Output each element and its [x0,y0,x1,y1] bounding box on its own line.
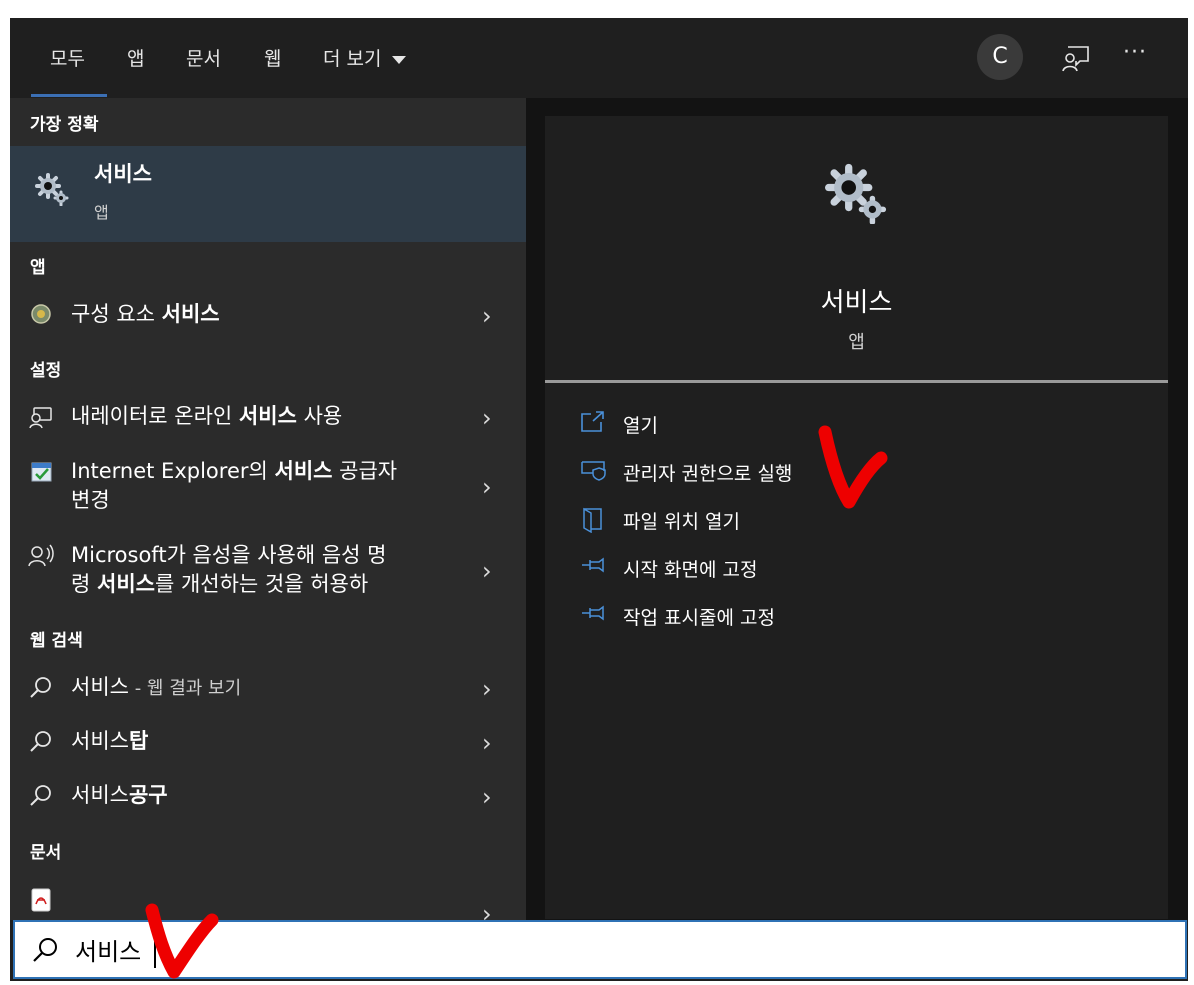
file-location-icon [583,507,602,533]
component-services-icon [31,304,51,324]
shield-icon [581,461,606,481]
settings-result-label: Internet Explorer의 서비스 공급자 [71,459,398,483]
feedback-icon[interactable] [1060,44,1090,74]
preview-divider [545,380,1168,383]
web-result-label: 서비스공구 [71,783,168,807]
action-label: 파일 위치 열기 [623,511,740,533]
narrator-icon [29,407,52,429]
chevron-right-icon[interactable]: › [482,302,492,330]
best-match-result[interactable]: 서비스 앱 [10,146,526,242]
ie-settings-icon [31,462,52,482]
action-label: 작업 표시줄에 고정 [623,607,775,629]
avatar[interactable]: C [977,34,1023,80]
chevron-right-icon[interactable]: › [482,473,492,501]
settings-result-label: 내레이터로 온라인 서비스 사용 [71,404,343,428]
tab-apps[interactable]: 앱 [127,44,144,71]
caret-down-icon [391,55,406,64]
web-result-label: 서비스탑 [71,729,149,753]
services-gear-icon [825,163,887,224]
web-search-heading: 웹 검색 [30,631,83,651]
apps-heading: 앱 [30,258,46,278]
action-label: 열기 [623,415,658,437]
chevron-right-icon[interactable]: › [482,557,492,585]
action-label: 시작 화면에 고정 [623,559,758,581]
search-icon [30,785,51,806]
active-tab-indicator [31,94,107,97]
search-window: 모두 앱 문서 웹 더 보기 C ··· 가장 정확 서비스 앱 앱 구성 요소… [10,18,1188,981]
best-match-name: 서비스 [94,162,152,186]
settings-result-label-line2: 령 서비스를 개선하는 것을 허용하 [71,572,369,596]
settings-result-label: Microsoft가 음성을 사용해 음성 명 [71,543,387,567]
tab-more-label: 더 보기 [323,48,382,70]
more-options-button[interactable]: ··· [1123,40,1147,65]
best-match-type: 앱 [94,203,109,222]
speech-icon [28,544,54,567]
tab-more[interactable]: 더 보기 [323,44,406,71]
best-match-heading: 가장 정확 [30,115,99,135]
chevron-right-icon[interactable]: › [482,404,492,432]
pin-icon [582,557,604,573]
services-gear-icon [35,173,69,206]
pin-icon [582,605,604,621]
results-panel: 가장 정확 서비스 앱 앱 구성 요소 서비스 › 설정 내레이터로 온라인 서… [10,98,526,928]
action-label: 관리자 권한으로 실행 [623,463,793,485]
search-icon [33,938,57,962]
search-icon [30,677,51,698]
preview-title: 서비스 [820,288,893,318]
chevron-right-icon[interactable]: › [482,783,492,811]
search-icon [30,731,51,752]
settings-result-label-line2: 변경 [71,488,110,512]
chevron-right-icon[interactable]: › [482,729,492,757]
chevron-right-icon[interactable]: › [482,675,492,703]
search-input[interactable]: 서비스 [75,932,141,967]
settings-heading: 설정 [30,361,62,381]
top-bar: 모두 앱 문서 웹 더 보기 C ··· [10,18,1188,99]
open-icon [581,411,604,432]
app-result-label: 구성 요소 서비스 [71,302,220,326]
web-result-label: 서비스 - 웹 결과 보기 [71,675,242,699]
tab-documents[interactable]: 문서 [186,44,221,71]
preview-subtitle: 앱 [848,332,865,353]
pdf-file-icon [31,888,51,912]
documents-heading: 문서 [30,843,62,863]
red-check-annotation [818,425,888,509]
tab-web[interactable]: 웹 [264,44,281,71]
preview-panel: 서비스 앱 열기 관리자 권한으로 실행 파일 위치 열기 시작 화면에 고정 … [545,116,1168,919]
red-check-annotation [145,903,219,979]
tab-all[interactable]: 모두 [50,44,85,71]
